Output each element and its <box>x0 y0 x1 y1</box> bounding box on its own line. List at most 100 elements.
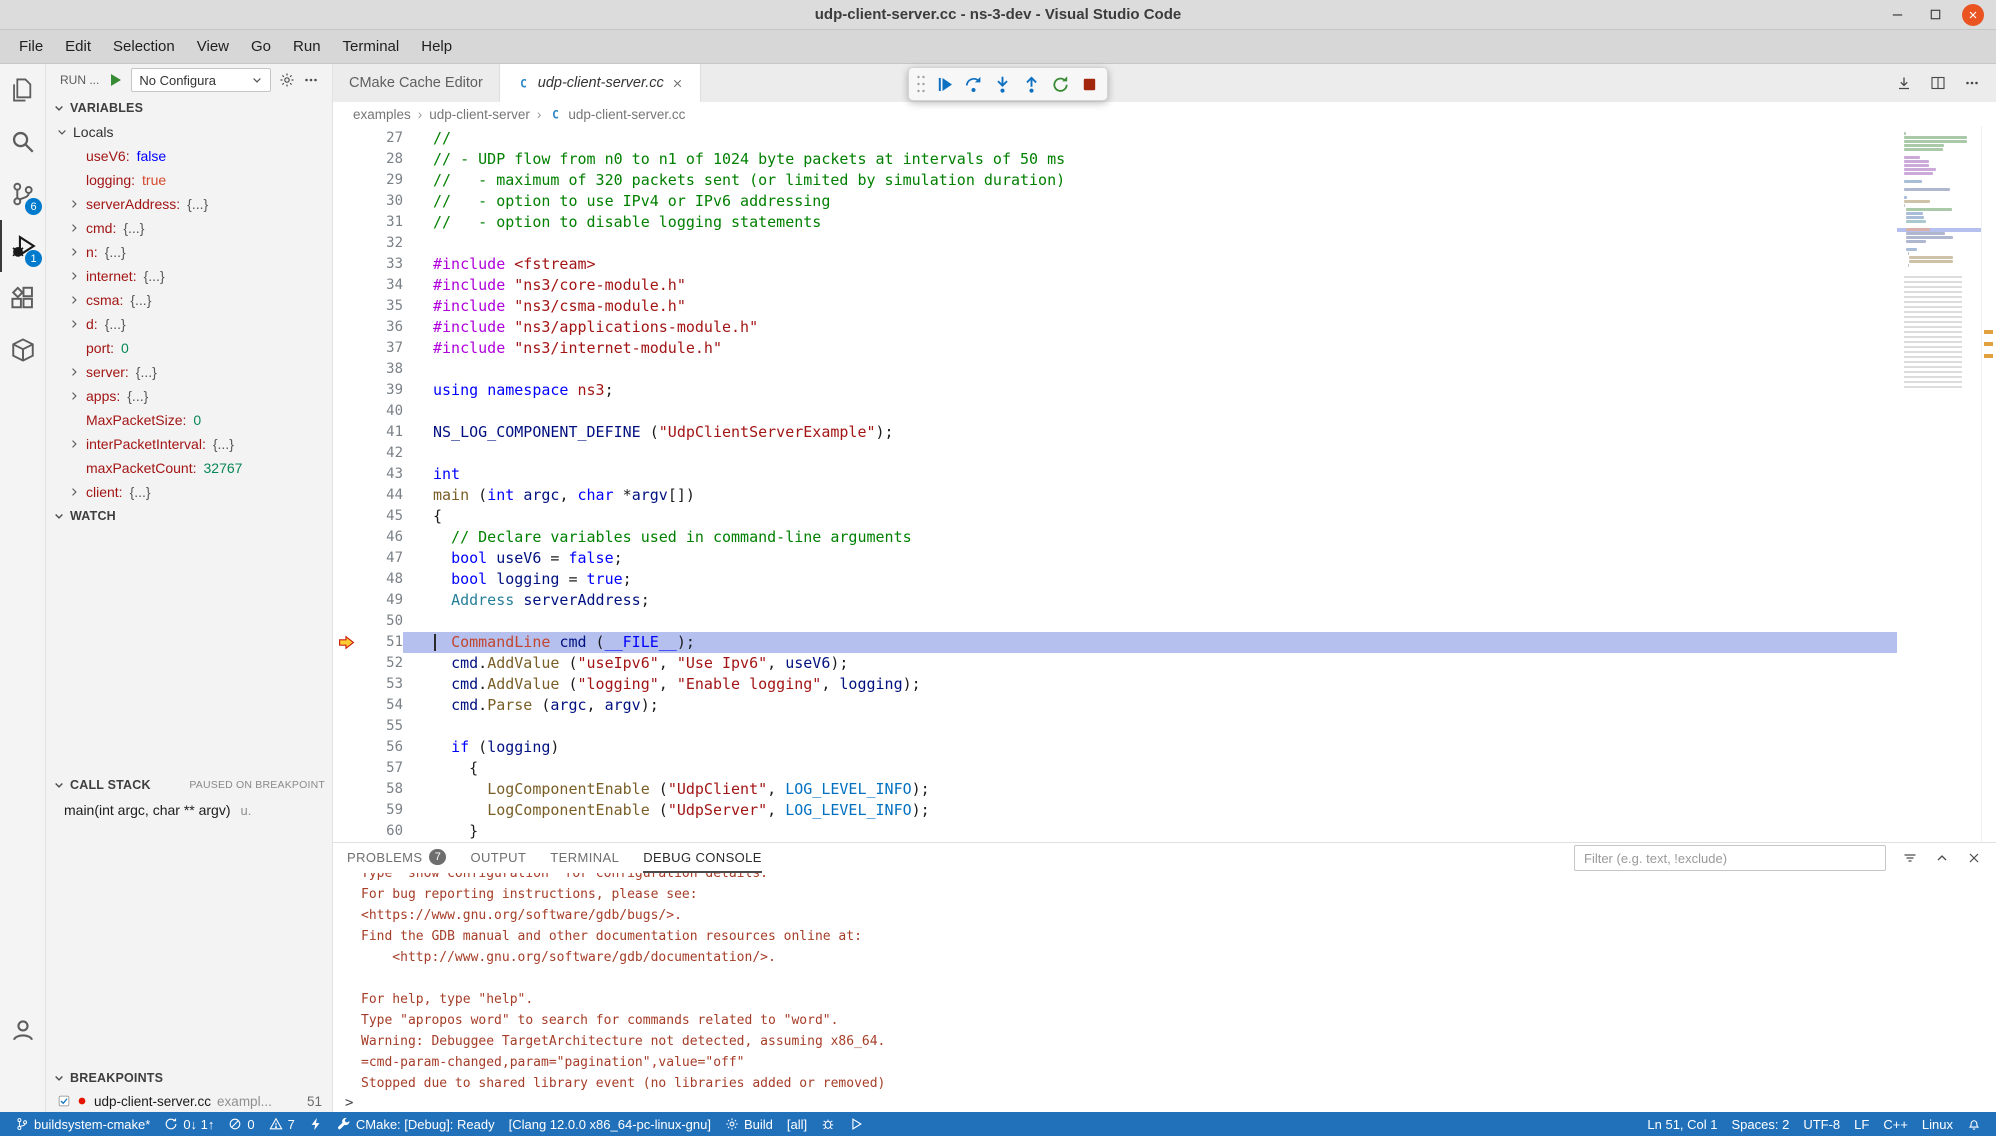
call-stack-frame[interactable]: main(int argc, char ** argv) u. <box>46 797 332 823</box>
errors[interactable]: 0 <box>221 1112 261 1136</box>
code-line-54[interactable]: 54 cmd.Parse (argc, argv); <box>333 695 1897 716</box>
variable-internet[interactable]: internet:{...} <box>46 264 332 288</box>
breakpoint-margin[interactable] <box>333 317 359 338</box>
code-line-36[interactable]: 36#include "ns3/applications-module.h" <box>333 317 1897 338</box>
code-line-48[interactable]: 48 bool logging = true; <box>333 569 1897 590</box>
breakpoint-margin[interactable] <box>333 821 359 842</box>
breakpoint-margin[interactable] <box>333 611 359 632</box>
breadcrumb-item[interactable]: examples <box>353 107 411 122</box>
breadcrumb-item[interactable]: udp-client-server <box>429 107 530 122</box>
breakpoint-margin[interactable] <box>333 737 359 758</box>
drag-handle[interactable] <box>913 70 929 98</box>
code-line-43[interactable]: 43int <box>333 464 1897 485</box>
panel-tab-terminal[interactable]: TERMINAL <box>550 843 619 873</box>
code-line-29[interactable]: 29// - maximum of 320 packets sent (or l… <box>333 170 1897 191</box>
menu-selection[interactable]: Selection <box>102 33 186 60</box>
breakpoint-margin[interactable] <box>333 380 359 401</box>
call-stack-section-header[interactable]: CALL STACK PAUSED ON BREAKPOINT <box>46 773 332 797</box>
breakpoint-margin[interactable] <box>333 548 359 569</box>
breakpoint-margin[interactable] <box>333 170 359 191</box>
code-line-45[interactable]: 45{ <box>333 506 1897 527</box>
variable-cmd[interactable]: cmd:{...} <box>46 216 332 240</box>
menu-go[interactable]: Go <box>240 33 282 60</box>
breakpoint-margin[interactable] <box>333 422 359 443</box>
breakpoint-margin[interactable] <box>333 443 359 464</box>
cmake-launch[interactable] <box>842 1112 870 1136</box>
breakpoint-margin[interactable] <box>333 338 359 359</box>
breakpoint-margin[interactable] <box>333 464 359 485</box>
menu-file[interactable]: File <box>8 33 54 60</box>
code-line-34[interactable]: 34#include "ns3/core-module.h" <box>333 275 1897 296</box>
variable-csma[interactable]: csma:{...} <box>46 288 332 312</box>
breakpoint-margin[interactable] <box>333 779 359 800</box>
activity-explorer[interactable] <box>0 64 46 116</box>
menu-terminal[interactable]: Terminal <box>332 33 411 60</box>
cmake-build[interactable]: Build <box>718 1112 780 1136</box>
language-mode[interactable]: C++ <box>1876 1112 1915 1136</box>
debug-config-dropdown[interactable]: No Configura <box>131 68 271 92</box>
continue-button[interactable] <box>930 70 958 98</box>
breakpoint-margin[interactable] <box>333 758 359 779</box>
code-line-56[interactable]: 56 if (logging) <box>333 737 1897 758</box>
breakpoint-margin[interactable] <box>333 569 359 590</box>
minimize-button[interactable] <box>1886 4 1908 26</box>
code-line-60[interactable]: 60 } <box>333 821 1897 842</box>
notifications[interactable] <box>1960 1112 1988 1136</box>
activity-search[interactable] <box>0 116 46 168</box>
code-line-49[interactable]: 49 Address serverAddress; <box>333 590 1897 611</box>
breakpoint-margin[interactable] <box>333 233 359 254</box>
cmake-build-target[interactable]: [all] <box>780 1112 814 1136</box>
code-line-35[interactable]: 35#include "ns3/csma-module.h" <box>333 296 1897 317</box>
breakpoint-margin[interactable] <box>333 716 359 737</box>
variable-maxPacketCount[interactable]: maxPacketCount:32767 <box>46 456 332 480</box>
chevron-up-icon[interactable] <box>1934 850 1950 866</box>
code-line-37[interactable]: 37#include "ns3/internet-module.h" <box>333 338 1897 359</box>
variable-port[interactable]: port:0 <box>46 336 332 360</box>
code-line-27[interactable]: 27// <box>333 128 1897 149</box>
variable-server[interactable]: server:{...} <box>46 360 332 384</box>
breakpoint-margin[interactable] <box>333 800 359 821</box>
eol[interactable]: LF <box>1847 1112 1876 1136</box>
breakpoint-item[interactable]: udp-client-server.cc exampl... 51 <box>46 1090 332 1112</box>
breakpoint-margin[interactable] <box>333 653 359 674</box>
breakpoint-margin[interactable] <box>333 485 359 506</box>
variables-scope-locals[interactable]: Locals <box>46 120 332 144</box>
close-icon[interactable] <box>1966 850 1982 866</box>
code-line-58[interactable]: 58 LogComponentEnable ("UdpClient", LOG_… <box>333 779 1897 800</box>
checkbox-checked-icon[interactable] <box>58 1095 70 1107</box>
code-line-40[interactable]: 40 <box>333 401 1897 422</box>
activity-source-control[interactable]: 6 <box>0 168 46 220</box>
menu-help[interactable]: Help <box>410 33 463 60</box>
step-over-button[interactable] <box>959 70 987 98</box>
git-sync[interactable]: 0↓ 1↑ <box>157 1112 221 1136</box>
download-icon[interactable] <box>1896 75 1912 91</box>
variable-serverAddress[interactable]: serverAddress:{...} <box>46 192 332 216</box>
cmake-kit[interactable]: [Clang 12.0.0 x86_64-pc-linux-gnu] <box>502 1112 718 1136</box>
code-line-42[interactable]: 42 <box>333 443 1897 464</box>
variable-client[interactable]: client:{...} <box>46 480 332 504</box>
code-line-47[interactable]: 47 bool useV6 = false; <box>333 548 1897 569</box>
breakpoint-margin[interactable] <box>333 296 359 317</box>
variable-logging[interactable]: logging:true <box>46 168 332 192</box>
git-branch[interactable]: buildsystem-cmake* <box>8 1112 157 1136</box>
code-line-44[interactable]: 44main (int argc, char *argv[]) <box>333 485 1897 506</box>
activity-run-and-debug[interactable]: 1 <box>0 220 46 272</box>
breakpoint-margin[interactable] <box>333 674 359 695</box>
overview-ruler[interactable] <box>1981 126 1996 842</box>
breakpoints-section-header[interactable]: BREAKPOINTS <box>46 1066 332 1090</box>
code-line-39[interactable]: 39using namespace ns3; <box>333 380 1897 401</box>
code-line-30[interactable]: 30// - option to use IPv4 or IPv6 addres… <box>333 191 1897 212</box>
editor-tab[interactable]: Cudp-client-server.cc <box>500 64 701 102</box>
breakpoint-margin[interactable] <box>333 275 359 296</box>
activity-account[interactable] <box>0 1004 46 1056</box>
cpp-configuration[interactable]: Linux <box>1915 1112 1960 1136</box>
restart-button[interactable] <box>1046 70 1074 98</box>
indentation[interactable]: Spaces: 2 <box>1725 1112 1797 1136</box>
cmake-debug[interactable] <box>814 1112 842 1136</box>
step-out-button[interactable] <box>1017 70 1045 98</box>
menu-edit[interactable]: Edit <box>54 33 102 60</box>
gear-icon[interactable] <box>279 72 295 88</box>
editor-tab[interactable]: CMake Cache Editor <box>333 64 500 102</box>
code-line-55[interactable]: 55 <box>333 716 1897 737</box>
code-line-53[interactable]: 53 cmd.AddValue ("logging", "Enable logg… <box>333 674 1897 695</box>
